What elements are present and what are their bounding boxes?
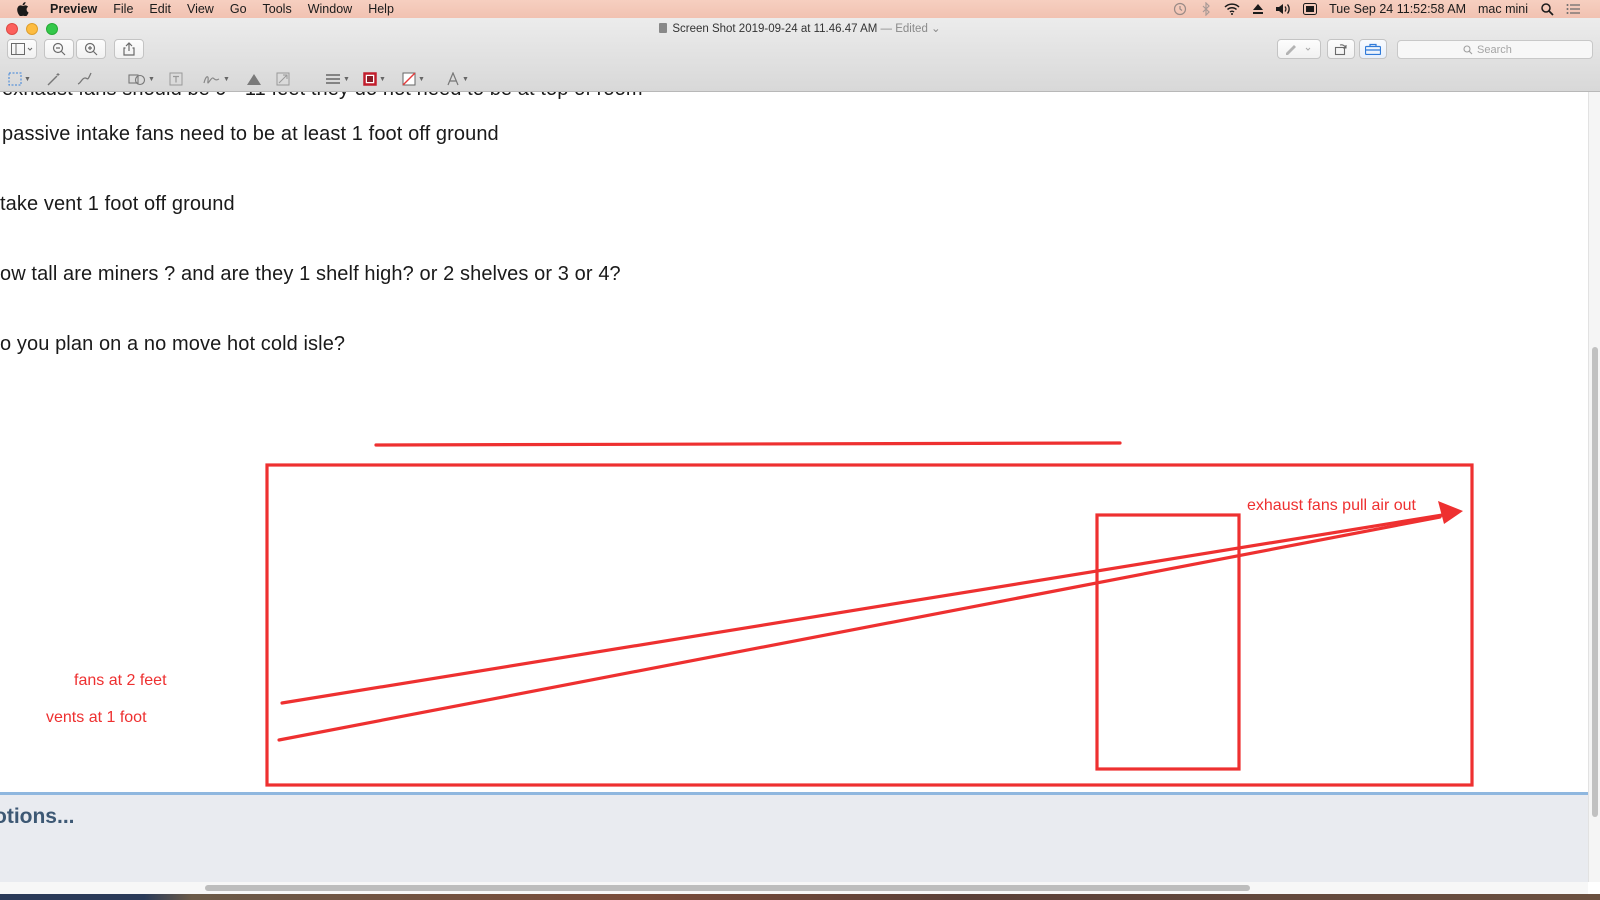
signature-icon (203, 76, 220, 84)
zoom-out-button[interactable] (44, 39, 74, 59)
shapes-chevron-down-icon[interactable]: ▼ (148, 76, 155, 83)
zoom-in-icon (84, 42, 98, 56)
notification-center-icon[interactable] (1560, 0, 1586, 18)
wifi-icon[interactable] (1219, 0, 1245, 18)
magic-wand-icon (47, 73, 60, 86)
top-ceiling-line[interactable] (374, 441, 1122, 447)
markup-drawing (265, 441, 1474, 787)
adjust-size-tool[interactable] (276, 69, 290, 89)
title-bar: Screen Shot 2019-09-24 at 11.46.47 AM — … (0, 18, 1600, 92)
miner-rack-rect[interactable] (1095, 513, 1241, 771)
time-machine-icon[interactable] (1167, 0, 1193, 18)
sign-chevron-down-icon[interactable]: ▼ (223, 76, 230, 83)
menubar-user[interactable]: mac mini (1472, 2, 1534, 16)
fill-color-tool[interactable]: ▼ (402, 69, 425, 89)
apple-menu-icon[interactable] (14, 0, 32, 18)
lower-page-area: otions... (0, 795, 1588, 882)
sketch-tool[interactable] (76, 69, 94, 89)
text-tool[interactable] (169, 69, 183, 89)
edited-label: — Edited (880, 23, 928, 35)
text-box-icon (169, 72, 183, 86)
horizontal-scroll-thumb[interactable] (205, 885, 1250, 891)
vent-airflow-line[interactable] (277, 515, 1442, 742)
markup-pen-button[interactable] (1277, 39, 1321, 59)
share-button[interactable] (114, 39, 144, 59)
title-chevron-down-icon[interactable]: ⌄ (931, 23, 941, 35)
adjust-color-tool[interactable] (246, 69, 262, 89)
font-icon (447, 72, 459, 86)
sketch-icon (77, 72, 92, 85)
rectangular-selection-tool[interactable]: ▼ (8, 69, 31, 89)
vertical-scroll-thumb[interactable] (1592, 347, 1598, 817)
vents-height-annotation[interactable]: vents at 1 foot (46, 709, 147, 727)
search-icon (1463, 44, 1473, 54)
fill-color-chevron-down-icon[interactable]: ▼ (418, 76, 425, 83)
resize-icon (276, 72, 290, 86)
vertical-scrollbar[interactable] (1588, 92, 1600, 882)
shape-style-tool[interactable]: ▼ (325, 69, 350, 89)
volume-icon[interactable] (1271, 0, 1297, 18)
input-source-icon[interactable] (1297, 0, 1323, 18)
status-area: Tue Sep 24 11:52:58 AM mac mini (1167, 0, 1600, 18)
rotate-icon (1334, 44, 1347, 56)
search-field[interactable] (1397, 40, 1593, 59)
shapes-tool[interactable]: ▼ (128, 69, 155, 89)
fan-airflow-line[interactable] (280, 511, 1457, 705)
menu-tools[interactable]: Tools (255, 0, 300, 18)
pen-icon (1286, 45, 1311, 55)
menu-edit[interactable]: Edit (141, 0, 179, 18)
menu-go[interactable]: Go (222, 0, 255, 18)
sidebar-toggle-button[interactable] (7, 39, 37, 59)
menu-bar: Preview File Edit View Go Tools Window H… (0, 0, 1600, 18)
style-chevron-down-icon[interactable]: ▼ (343, 76, 350, 83)
menu-app-name[interactable]: Preview (42, 0, 105, 18)
selection-icon (8, 72, 22, 86)
document-icon (659, 23, 668, 33)
markup-toolbar: ▼ ▼ ▼ ▼ ▼ ▼ ▼ (0, 66, 1600, 92)
airflow-arrowhead (1438, 501, 1463, 524)
sign-tool[interactable]: ▼ (203, 69, 230, 89)
sidebar-icon (11, 43, 33, 55)
adjust-color-icon (247, 74, 261, 85)
fill-color-icon (402, 72, 416, 86)
border-color-chevron-down-icon[interactable]: ▼ (379, 76, 386, 83)
text-style-chevron-down-icon[interactable]: ▼ (462, 76, 469, 83)
text-style-tool[interactable]: ▼ (446, 69, 469, 89)
horizontal-scrollbar[interactable] (0, 882, 1588, 894)
line-style-icon (326, 74, 340, 84)
preview-window: Screen Shot 2019-09-24 at 11.46.47 AM — … (0, 18, 1600, 900)
rotate-button[interactable] (1327, 39, 1355, 59)
markup-toolbar-button[interactable] (1359, 39, 1387, 59)
toolbox-icon (1365, 43, 1381, 55)
menu-help[interactable]: Help (360, 0, 402, 18)
document-canvas[interactable]: exhaust fans should be 9 - 11 feet they … (0, 92, 1588, 812)
bluetooth-icon[interactable] (1193, 0, 1219, 18)
menu-view[interactable]: View (179, 0, 222, 18)
desktop-edge (0, 894, 1600, 900)
window-title[interactable]: Screen Shot 2019-09-24 at 11.46.47 AM — … (0, 21, 1600, 37)
menu-file[interactable]: File (105, 0, 141, 18)
menubar-clock[interactable]: Tue Sep 24 11:52:58 AM (1323, 2, 1472, 16)
fans-height-annotation[interactable]: fans at 2 feet (74, 672, 167, 690)
zoom-in-button[interactable] (76, 39, 106, 59)
share-icon (123, 42, 135, 56)
border-color-tool[interactable]: ▼ (363, 69, 386, 89)
selection-chevron-down-icon[interactable]: ▼ (24, 76, 31, 83)
shapes-icon (128, 74, 146, 86)
spotlight-search-icon[interactable] (1534, 0, 1560, 18)
zoom-out-icon (52, 42, 66, 56)
instant-alpha-tool[interactable] (46, 69, 62, 89)
window-title-text: Screen Shot 2019-09-24 at 11.46.47 AM (672, 23, 878, 35)
exhaust-fans-annotation[interactable]: exhaust fans pull air out (1247, 497, 1416, 515)
border-color-icon (363, 72, 377, 86)
eject-icon[interactable] (1245, 0, 1271, 18)
options-link-text[interactable]: otions... (0, 805, 75, 829)
menu-window[interactable]: Window (300, 0, 360, 18)
search-input[interactable] (1477, 43, 1527, 56)
